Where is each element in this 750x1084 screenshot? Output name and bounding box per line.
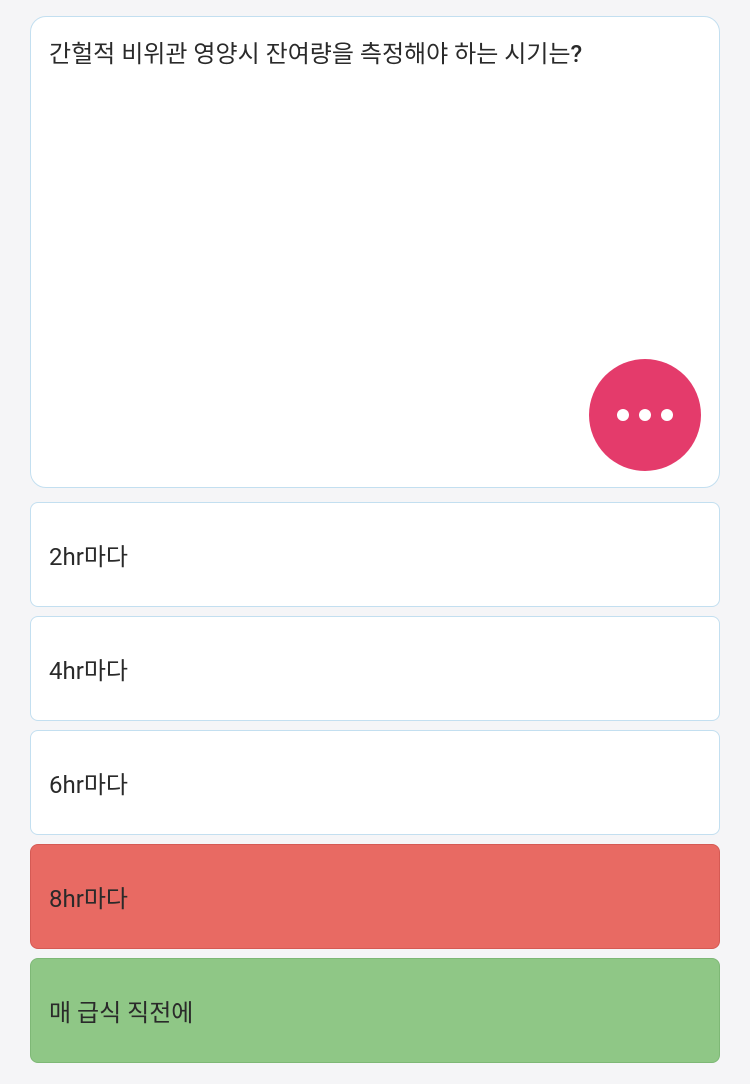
question-card: 간헐적 비위관 영양시 잔여량을 측정해야 하는 시기는? [30, 16, 720, 488]
options-list: 2hr마다 4hr마다 6hr마다 8hr마다 매 급식 직전에 [30, 502, 720, 1063]
more-icon [617, 409, 673, 421]
dot [617, 409, 629, 421]
option-4[interactable]: 8hr마다 [30, 844, 720, 949]
option-3[interactable]: 6hr마다 [30, 730, 720, 835]
option-5[interactable]: 매 급식 직전에 [30, 958, 720, 1063]
dot [639, 409, 651, 421]
option-1[interactable]: 2hr마다 [30, 502, 720, 607]
more-button[interactable] [589, 359, 701, 471]
option-2[interactable]: 4hr마다 [30, 616, 720, 721]
dot [661, 409, 673, 421]
question-text: 간헐적 비위관 영양시 잔여량을 측정해야 하는 시기는? [49, 37, 701, 72]
